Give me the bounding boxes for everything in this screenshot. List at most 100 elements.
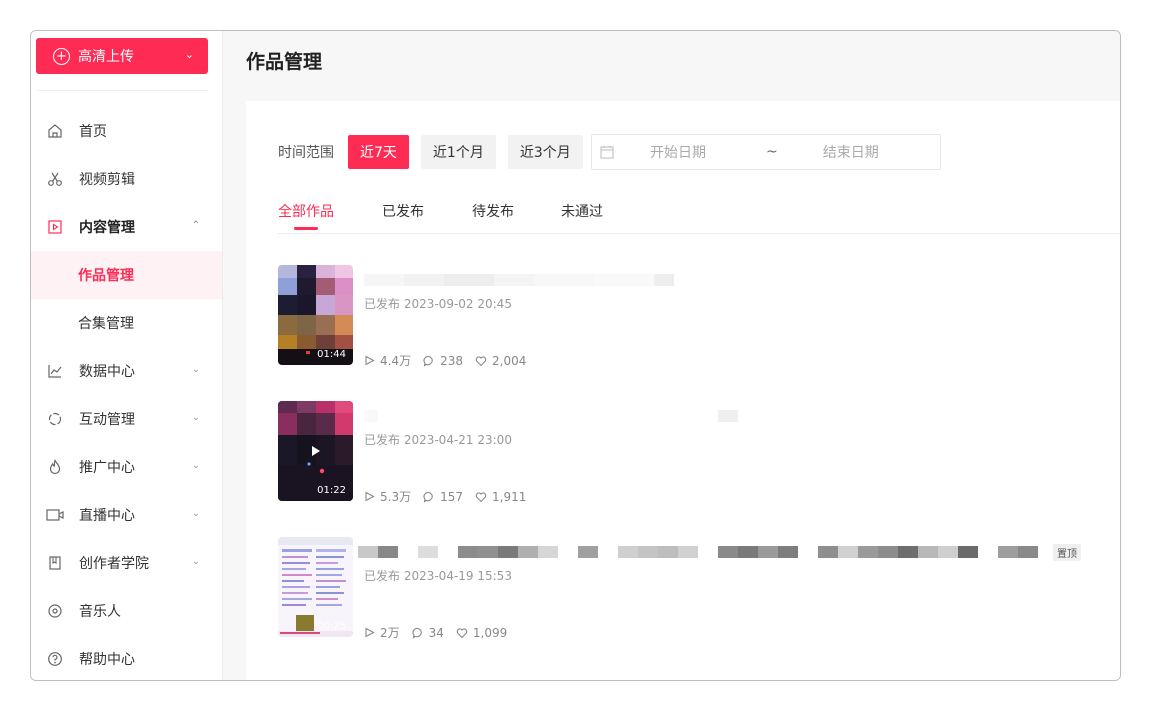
heart-icon bbox=[456, 627, 468, 638]
scissors-icon bbox=[46, 170, 64, 188]
play-count-value: 4.4万 bbox=[380, 354, 412, 368]
sidebar-subitem-label: 作品管理 bbox=[78, 268, 134, 284]
sidebar-item-label: 视频剪辑 bbox=[79, 172, 135, 188]
play-count-value: 5.3万 bbox=[380, 490, 412, 504]
sidebar-item-label: 音乐人 bbox=[79, 604, 121, 620]
play-count: 4.4万 bbox=[364, 352, 411, 369]
comment-count-value: 34 bbox=[428, 625, 444, 640]
play-icon bbox=[365, 491, 375, 502]
time-range-label: 时间范围 bbox=[278, 145, 334, 161]
sidebar-item-label: 直播中心 bbox=[79, 508, 135, 524]
comment-count-value: 238 bbox=[440, 353, 463, 368]
video-duration: 00:25 bbox=[317, 621, 346, 632]
video-thumbnail[interactable]: 01:22 bbox=[278, 401, 353, 501]
sidebar-item-content-management[interactable]: 内容管理 ⌃ bbox=[31, 203, 222, 251]
sidebar-subitem-collections[interactable]: 合集管理 bbox=[31, 299, 222, 347]
sidebar-item-promotion[interactable]: 推广中心 ⌄ bbox=[31, 443, 222, 491]
start-date-input[interactable]: 开始日期 bbox=[650, 142, 706, 162]
sidebar-item-label: 数据中心 bbox=[79, 364, 135, 380]
like-count-value: 2,004 bbox=[492, 353, 527, 368]
like-count-value: 1,911 bbox=[492, 489, 527, 504]
chart-icon bbox=[46, 362, 64, 380]
heart-icon bbox=[475, 355, 487, 366]
active-tab-indicator bbox=[294, 227, 318, 230]
comment-count: 238 bbox=[423, 354, 463, 368]
calendar-icon bbox=[600, 145, 614, 159]
work-title-redacted[interactable] bbox=[364, 274, 674, 286]
chevron-down-icon: ⌄ bbox=[191, 364, 200, 375]
sidebar-item-live[interactable]: 直播中心 ⌄ bbox=[31, 491, 222, 539]
sidebar-item-data-center[interactable]: 数据中心 ⌄ bbox=[31, 347, 222, 395]
tab-all-works[interactable]: 全部作品 bbox=[278, 201, 334, 221]
video-thumbnail[interactable]: 01:44 bbox=[278, 265, 353, 365]
comment-icon bbox=[423, 355, 433, 367]
sidebar-item-help[interactable]: 帮助中心 bbox=[31, 635, 222, 680]
sidebar-item-label: 帮助中心 bbox=[79, 652, 135, 668]
pinned-badge: 置顶 bbox=[1053, 544, 1081, 561]
work-stats: 5.3万 157 1,911 bbox=[364, 488, 538, 505]
publish-status: 已发布 2023-04-19 15:53 bbox=[364, 569, 512, 583]
video-duration: 01:44 bbox=[317, 349, 346, 360]
chevron-down-icon[interactable]: ⌄ bbox=[185, 48, 194, 61]
like-count: 2,004 bbox=[475, 354, 526, 368]
video-thumbnail[interactable]: 00:25 bbox=[278, 537, 353, 637]
sidebar-item-label: 首页 bbox=[79, 124, 107, 140]
chevron-down-icon: ⌄ bbox=[191, 460, 200, 471]
page-title: 作品管理 bbox=[246, 51, 323, 73]
sidebar-item-musician[interactable]: 音乐人 bbox=[31, 587, 222, 635]
comment-count-value: 157 bbox=[440, 489, 463, 504]
flame-icon bbox=[46, 458, 64, 476]
sidebar-item-home[interactable]: 首页 bbox=[31, 107, 222, 155]
range-3-months-button[interactable]: 近3个月 bbox=[507, 135, 583, 169]
sidebar-item-label: 创作者学院 bbox=[79, 556, 149, 572]
chevron-down-icon: ⌄ bbox=[191, 556, 200, 567]
sidebar-item-label: 互动管理 bbox=[79, 412, 135, 428]
app-window: + 高清上传 ⌄ 首页 视频剪辑 内容管理 ⌃ 作品管理 合集管理 数据中心 ⌄… bbox=[30, 30, 1121, 681]
work-item: 01:22 已发布 2023-04-21 23:00 5.3万 157 1,91… bbox=[278, 401, 1108, 504]
sidebar-divider bbox=[36, 90, 208, 91]
tab-published[interactable]: 已发布 bbox=[382, 201, 424, 221]
sidebar-subitem-works-management[interactable]: 作品管理 bbox=[31, 251, 222, 299]
comment-icon bbox=[423, 491, 433, 503]
music-disc-icon bbox=[46, 602, 64, 620]
hd-upload-button[interactable]: + 高清上传 ⌄ bbox=[36, 38, 208, 74]
works-panel: 时间范围 近7天 近1个月 近3个月 开始日期 ~ 结束日期 全部作品 已发布 … bbox=[246, 101, 1120, 680]
work-stats: 4.4万 238 2,004 bbox=[364, 352, 538, 369]
book-icon bbox=[46, 554, 64, 572]
end-date-input[interactable]: 结束日期 bbox=[823, 142, 879, 162]
comment-icon bbox=[412, 627, 422, 639]
plus-circle-icon: + bbox=[53, 47, 70, 65]
sidebar-item-video-edit[interactable]: 视频剪辑 bbox=[31, 155, 222, 203]
work-title-redacted[interactable] bbox=[364, 410, 738, 422]
sidebar-item-label: 内容管理 bbox=[79, 220, 135, 236]
like-count: 1,911 bbox=[475, 490, 526, 504]
tab-pending[interactable]: 待发布 bbox=[472, 201, 514, 221]
content-icon bbox=[46, 218, 64, 236]
sidebar-item-label: 推广中心 bbox=[79, 460, 135, 476]
home-icon bbox=[46, 122, 64, 140]
time-range-filter: 时间范围 近7天 近1个月 近3个月 bbox=[278, 134, 595, 170]
like-count: 1,099 bbox=[456, 626, 507, 640]
play-count: 2万 bbox=[364, 624, 400, 641]
play-count: 5.3万 bbox=[364, 488, 411, 505]
play-icon bbox=[365, 627, 375, 638]
video-duration: 01:22 bbox=[317, 485, 346, 496]
help-icon bbox=[46, 650, 64, 668]
upload-label: 高清上传 bbox=[78, 49, 134, 65]
range-7-days-button[interactable]: 近7天 bbox=[348, 135, 409, 169]
range-1-month-button[interactable]: 近1个月 bbox=[420, 135, 496, 169]
date-range-picker[interactable]: 开始日期 ~ 结束日期 bbox=[591, 134, 941, 170]
sidebar-item-interaction[interactable]: 互动管理 ⌄ bbox=[31, 395, 222, 443]
comment-count: 34 bbox=[412, 626, 444, 640]
play-icon bbox=[365, 355, 375, 366]
chevron-down-icon: ⌄ bbox=[191, 508, 200, 519]
sidebar-item-creator-academy[interactable]: 创作者学院 ⌄ bbox=[31, 539, 222, 587]
work-stats: 2万 34 1,099 bbox=[364, 624, 519, 641]
tab-rejected[interactable]: 未通过 bbox=[561, 201, 603, 221]
chevron-down-icon: ⌄ bbox=[191, 412, 200, 423]
work-title-redacted[interactable] bbox=[358, 546, 1038, 558]
sidebar-nav: 首页 视频剪辑 内容管理 ⌃ 作品管理 合集管理 数据中心 ⌄ 互动管理 ⌄ 推… bbox=[31, 107, 222, 680]
play-count-value: 2万 bbox=[380, 626, 400, 640]
publish-status: 已发布 2023-04-21 23:00 bbox=[364, 433, 512, 447]
chevron-up-icon: ⌃ bbox=[191, 220, 200, 231]
